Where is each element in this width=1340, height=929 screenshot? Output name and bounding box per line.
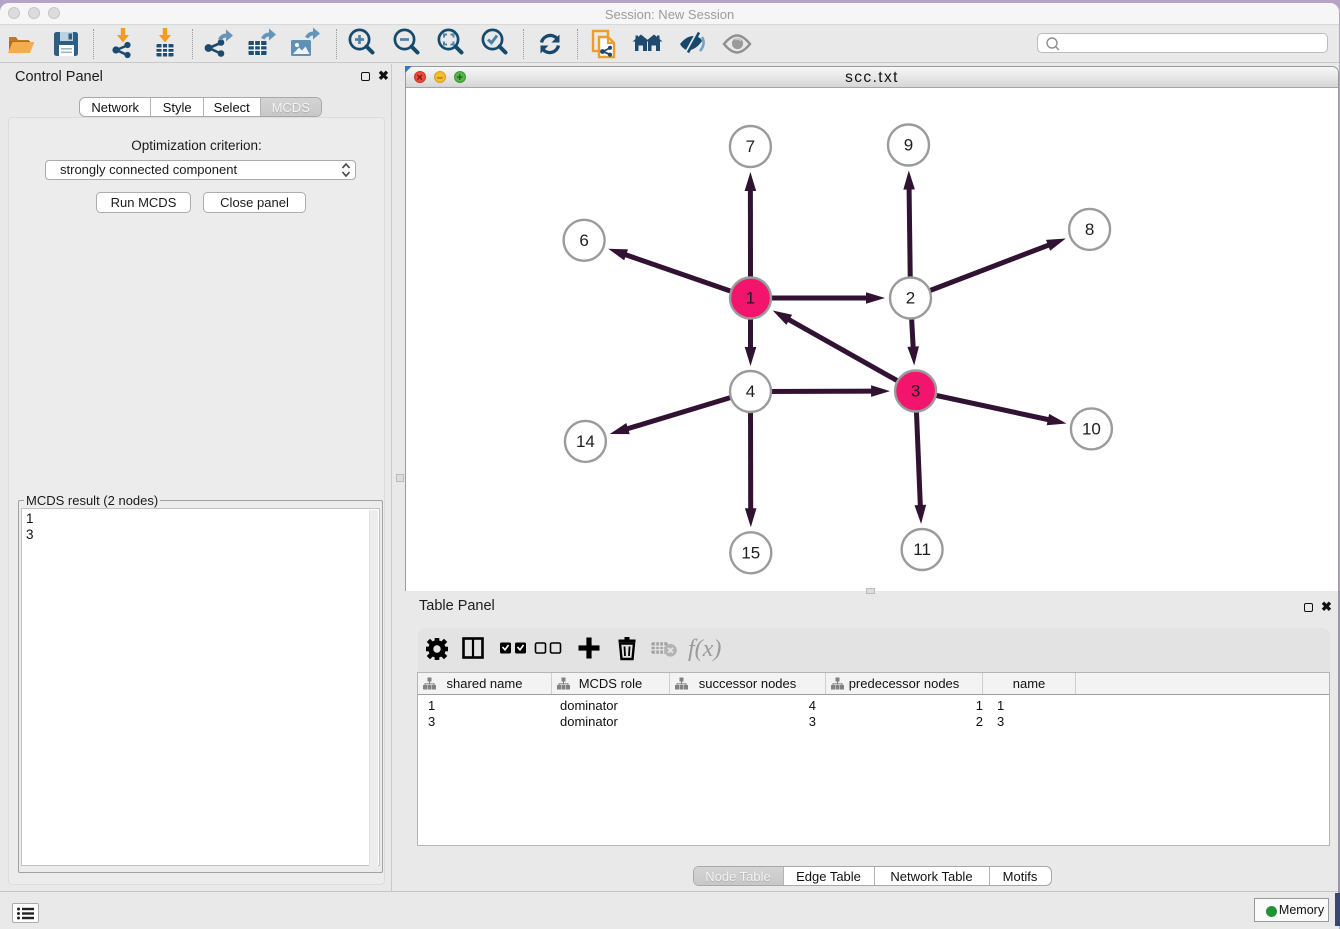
svg-text:14: 14 [576,432,595,451]
svg-text:15: 15 [741,544,760,563]
svg-text:1: 1 [746,289,755,308]
svg-text:f(x): f(x) [688,636,721,662]
svg-text:4: 4 [746,382,755,401]
svg-text:10: 10 [1082,420,1101,439]
svg-text:3: 3 [911,382,920,401]
svg-text:9: 9 [904,136,913,155]
svg-text:11: 11 [913,540,931,559]
svg-text:8: 8 [1085,220,1094,239]
svg-text:6: 6 [579,231,588,250]
svg-text:2: 2 [906,289,915,308]
svg-text:7: 7 [746,137,755,156]
